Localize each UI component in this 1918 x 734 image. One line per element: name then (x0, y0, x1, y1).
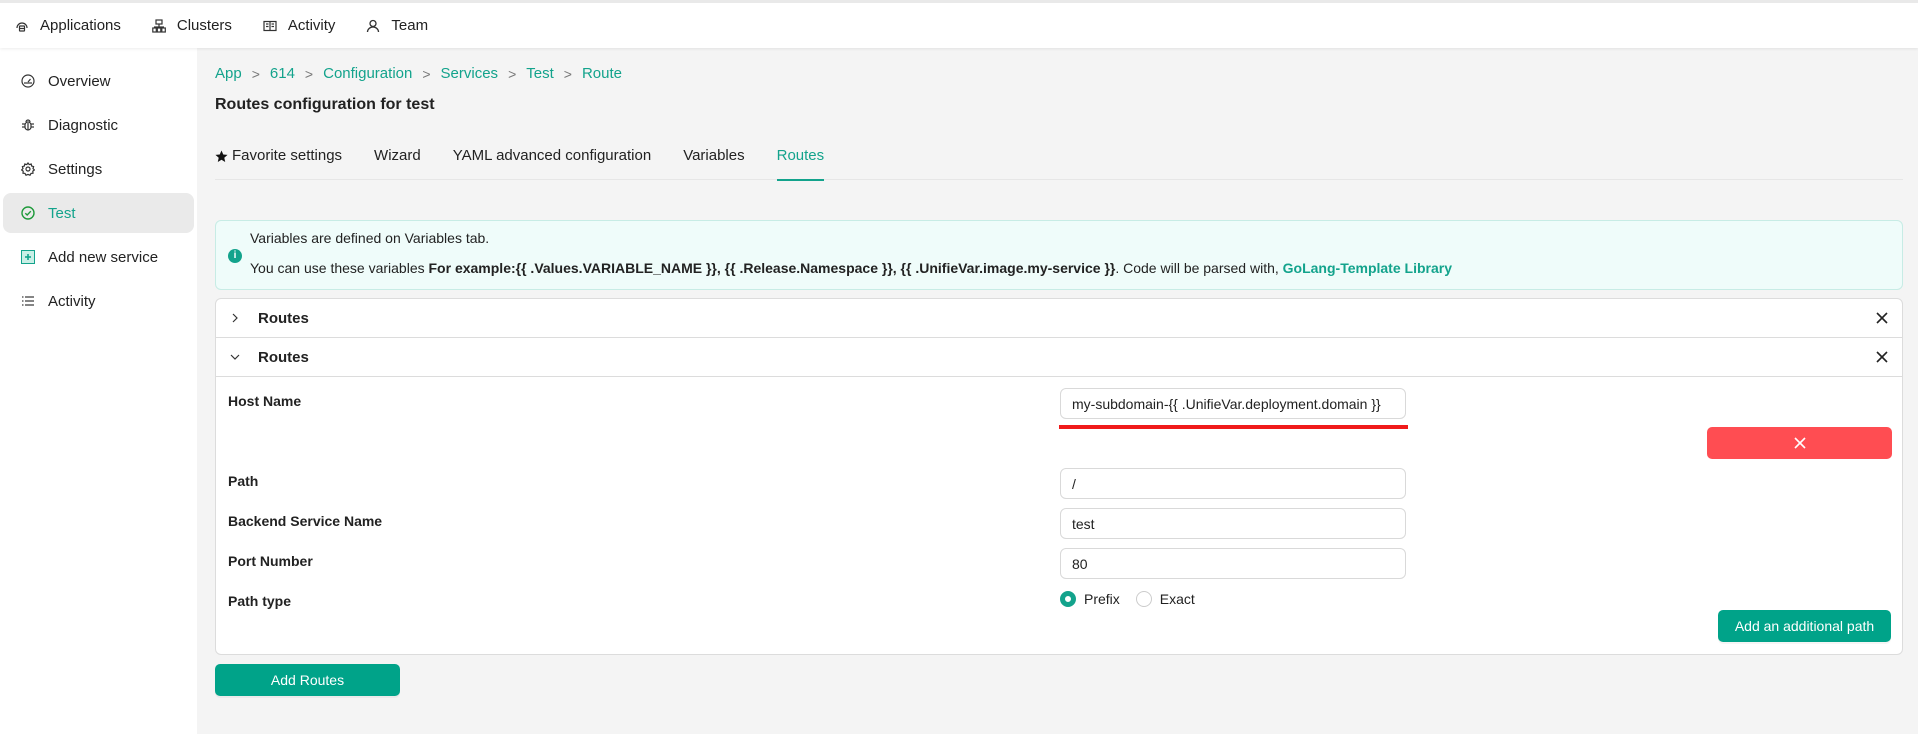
info-suffix: . Code will be parsed with, (1115, 260, 1283, 276)
routes-panel-title: Routes (258, 309, 309, 327)
sidebar-item-label: Activity (48, 292, 96, 310)
tab-favorite-settings[interactable]: Favorite settings (215, 144, 342, 180)
bug-icon (20, 117, 36, 133)
radio-unchecked-icon (1135, 591, 1152, 607)
topnav-applications[interactable]: Applications (14, 17, 121, 34)
sidebar-item-label: Add new service (48, 248, 159, 266)
topnav-label: Team (391, 17, 429, 34)
breadcrumb-separator: > (251, 65, 260, 82)
gear-icon (20, 161, 36, 177)
sidebar-item-settings[interactable]: Settings (3, 149, 194, 189)
tab-label: Routes (776, 147, 825, 164)
list-icon (20, 293, 36, 309)
topnav-label: Activity (287, 17, 336, 34)
path-type-exact-radio[interactable]: Exact (1135, 591, 1195, 607)
top-navigation: Applications Clusters Activity Team (0, 0, 1918, 48)
tab-label: Variables (683, 147, 745, 164)
sidebar-item-activity[interactable]: Activity (3, 281, 194, 321)
breadcrumb-app[interactable]: App (215, 65, 242, 82)
breadcrumb-separator: > (508, 65, 517, 82)
page-title: Routes configuration for test (215, 96, 435, 113)
tab-routes[interactable]: Routes (776, 144, 825, 181)
applications-icon (14, 18, 30, 34)
topnav-label: Clusters (176, 17, 232, 34)
clusters-icon (151, 18, 167, 34)
sidebar-item-test[interactable]: Test (3, 193, 194, 233)
sidebar-item-add-new-service[interactable]: Add new service (3, 237, 194, 277)
tab-variables[interactable]: Variables (683, 144, 744, 180)
breadcrumb-test[interactable]: Test (526, 65, 554, 82)
close-icon[interactable] (1874, 349, 1890, 365)
add-routes-button[interactable]: Add Routes (215, 664, 400, 696)
breadcrumb-614[interactable]: 614 (270, 65, 295, 82)
breadcrumb: App > 614 > Configuration > Services > T… (215, 65, 622, 82)
remove-host-button[interactable] (1707, 427, 1892, 459)
sidebar-item-label: Overview (48, 72, 111, 90)
close-icon (1793, 437, 1806, 449)
radio-label: Prefix (1084, 591, 1120, 607)
backend-service-name-label: Backend Service Name (228, 513, 383, 529)
tab-yaml-advanced-configuration[interactable]: YAML advanced configuration (453, 144, 651, 180)
sidebar-item-label: Diagnostic (48, 116, 119, 134)
info-alert: i Variables are defined on Variables tab… (215, 220, 1903, 290)
host-name-error-underline (1059, 425, 1408, 429)
sidebar: Overview Diagnostic Settings Test Add ne… (0, 48, 197, 734)
path-type-prefix-radio[interactable]: Prefix (1060, 591, 1120, 607)
breadcrumb-configuration[interactable]: Configuration (323, 65, 412, 82)
topnav-activity[interactable]: Activity (262, 17, 336, 34)
routes-panel-title: Routes (258, 348, 309, 366)
host-name-label: Host Name (228, 393, 302, 409)
add-additional-path-button[interactable]: Add an additional path (1718, 610, 1891, 642)
routes-card: Routes Routes Host Name Path Backend Ser… (215, 298, 1903, 655)
backend-service-name-input[interactable] (1060, 508, 1406, 539)
plus-square-icon (20, 249, 36, 265)
activity-book-icon (262, 18, 278, 34)
path-input[interactable] (1060, 468, 1406, 499)
info-text-line2: You can use these variables For example:… (250, 260, 1452, 276)
tab-wizard[interactable]: Wizard (374, 144, 421, 180)
host-name-input[interactable] (1060, 388, 1406, 419)
sidebar-item-overview[interactable]: Overview (3, 61, 194, 101)
dashboard-icon (20, 73, 36, 89)
info-icon: i (228, 249, 242, 263)
breadcrumb-separator: > (304, 65, 314, 82)
path-type-label: Path type (228, 593, 292, 609)
tab-label: Wizard (374, 147, 421, 164)
check-circle-icon (20, 205, 36, 221)
golang-template-link[interactable]: GoLang-Template Library (1283, 260, 1452, 276)
breadcrumb-services[interactable]: Services (441, 65, 499, 82)
info-prefix: You can use these variables (250, 260, 429, 276)
chevron-down-icon (228, 350, 242, 365)
tab-label: YAML advanced configuration (452, 147, 652, 164)
port-number-input[interactable] (1060, 548, 1406, 579)
breadcrumb-route[interactable]: Route (582, 65, 622, 82)
routes-panel-expanded[interactable]: Routes (216, 338, 1902, 377)
info-text-line1: Variables are defined on Variables tab. (250, 230, 490, 246)
user-icon (365, 18, 381, 34)
topnav-label: Applications (40, 17, 121, 34)
tabs: Favorite settings Wizard YAML advanced c… (215, 144, 1903, 181)
tab-label: Favorite settings (232, 147, 343, 164)
radio-checked-icon (1060, 591, 1076, 607)
sidebar-item-diagnostic[interactable]: Diagnostic (3, 105, 194, 145)
sidebar-item-label: Settings (48, 160, 103, 178)
path-label: Path (228, 473, 259, 489)
star-icon (215, 146, 228, 169)
routes-panel-collapsed[interactable]: Routes (216, 299, 1902, 338)
topnav-team[interactable]: Team (365, 17, 428, 34)
breadcrumb-separator: > (422, 65, 431, 82)
radio-label: Exact (1159, 591, 1195, 607)
topnav-clusters[interactable]: Clusters (151, 17, 232, 34)
sidebar-item-label: Test (48, 204, 76, 222)
chevron-right-icon (228, 311, 242, 326)
breadcrumb-separator: > (563, 65, 572, 82)
port-number-label: Port Number (228, 553, 313, 569)
path-type-radio-group: Prefix Exact (1060, 591, 1211, 607)
close-icon[interactable] (1874, 310, 1890, 326)
info-example: For example:{{ .Values.VARIABLE_NAME }},… (428, 260, 1116, 276)
